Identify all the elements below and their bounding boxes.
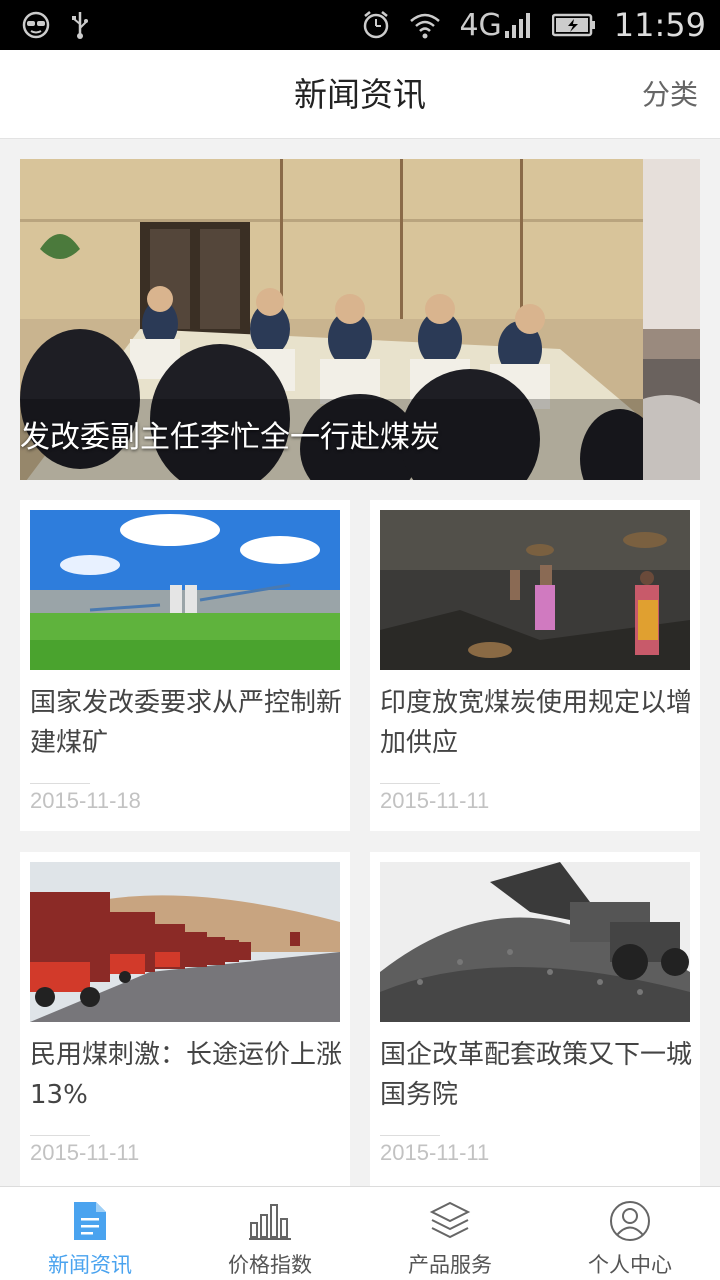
nav-tab-profile[interactable]: 个人中心 xyxy=(540,1187,720,1280)
page-title: 新闻资讯 xyxy=(294,75,426,114)
nav-tab-products[interactable]: 产品服务 xyxy=(360,1187,540,1280)
alarm-icon xyxy=(361,10,391,40)
nav-label: 个人中心 xyxy=(588,1253,672,1277)
status-bar: 4G 11:59 xyxy=(0,0,720,50)
banner-carousel[interactable]: 发改委副主任李忙全一行赴煤炭 xyxy=(20,159,700,480)
news-date: 2015-11-11 xyxy=(380,1140,490,1165)
news-thumbnail xyxy=(380,510,690,670)
news-card[interactable]: 印度放宽煤炭使用规定以增加供应 2015-11-11 xyxy=(370,500,700,831)
nav-tab-price-index[interactable]: 价格指数 xyxy=(180,1187,360,1280)
signal-icon xyxy=(504,11,534,39)
category-button[interactable]: 分类 xyxy=(642,50,698,139)
network-type: 4G xyxy=(459,7,502,43)
user-icon xyxy=(608,1199,652,1243)
divider xyxy=(380,1135,440,1136)
news-title: 国家发改委要求从严控制新建煤矿 xyxy=(30,688,343,758)
banner-caption: 发改委副主任李忙全一行赴煤炭 xyxy=(20,420,440,455)
news-title: 国企改革配套政策又下一城 国务院 xyxy=(380,1040,693,1110)
document-icon xyxy=(68,1199,112,1243)
nav-label: 新闻资讯 xyxy=(48,1253,132,1277)
divider xyxy=(30,1135,90,1136)
news-date: 2015-11-11 xyxy=(380,788,490,813)
news-date: 2015-11-11 xyxy=(30,1140,140,1165)
news-card[interactable]: 民用煤刺激：长途运价上涨13% 2015-11-11 xyxy=(20,852,350,1186)
news-title: 民用煤刺激：长途运价上涨13% xyxy=(30,1040,343,1110)
nav-label: 价格指数 xyxy=(228,1253,312,1277)
app-header: 新闻资讯 分类 xyxy=(0,50,720,139)
banner-next-image[interactable] xyxy=(643,159,700,480)
news-thumbnail xyxy=(30,862,340,1022)
layers-icon xyxy=(428,1199,472,1243)
news-title: 印度放宽煤炭使用规定以增加供应 xyxy=(380,688,693,758)
divider xyxy=(30,783,90,784)
wifi-icon xyxy=(409,11,441,39)
nav-tab-news[interactable]: 新闻资讯 xyxy=(0,1187,180,1280)
usb-icon xyxy=(70,10,90,40)
clock-time: 11:59 xyxy=(613,6,706,44)
news-thumbnail xyxy=(380,862,690,1022)
news-card[interactable]: 国企改革配套政策又下一城 国务院 2015-11-11 xyxy=(370,852,700,1186)
nav-label: 产品服务 xyxy=(408,1253,492,1277)
cat-face-icon xyxy=(20,11,52,39)
news-date: 2015-11-18 xyxy=(30,788,141,813)
bottom-navigation: 新闻资讯 价格指数 产品服务 个人中心 xyxy=(0,1186,720,1280)
bar-chart-icon xyxy=(248,1199,292,1243)
divider xyxy=(380,783,440,784)
news-thumbnail xyxy=(30,510,340,670)
battery-icon xyxy=(551,13,596,37)
news-card[interactable]: 国家发改委要求从严控制新建煤矿 2015-11-18 xyxy=(20,500,350,831)
